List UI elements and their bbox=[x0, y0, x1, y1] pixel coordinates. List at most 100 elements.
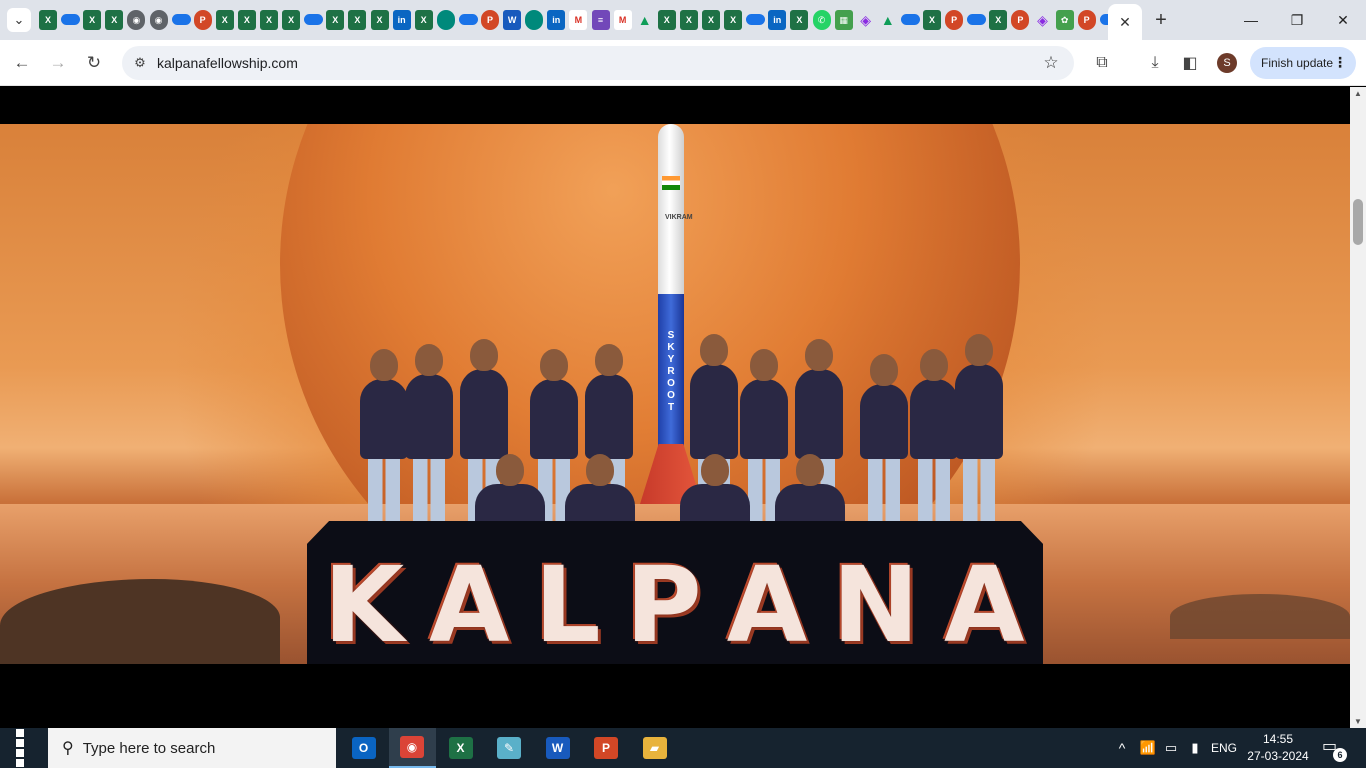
taskbar-app-powerpoint[interactable]: P bbox=[583, 728, 630, 768]
logo-letter: A bbox=[726, 544, 810, 664]
site-info-icon[interactable]: ⚙ bbox=[130, 53, 150, 73]
active-tab[interactable]: ✕ bbox=[1108, 4, 1142, 40]
tab-onedrive-icon[interactable] bbox=[458, 14, 478, 25]
scroll-down-icon[interactable]: ▼ bbox=[1354, 717, 1362, 726]
bookmark-star-icon[interactable]: ☆ bbox=[1040, 52, 1062, 74]
tab-word-icon[interactable]: W bbox=[503, 10, 522, 30]
tab-gmail-icon[interactable]: M bbox=[613, 10, 632, 30]
tab-powerpoint-icon[interactable]: P bbox=[945, 10, 964, 30]
tab-excel-icon[interactable]: X bbox=[237, 10, 256, 30]
hero-banner: VIKRAM SKYROOT KALPANA bbox=[0, 124, 1350, 664]
tab-linkedin-icon[interactable]: in bbox=[547, 10, 566, 30]
new-tab-button[interactable]: + bbox=[1150, 9, 1172, 31]
tab-drive-icon[interactable]: ▲ bbox=[879, 10, 897, 30]
taskbar-app-chrome[interactable]: ◉ bbox=[388, 728, 436, 768]
tray-chevron-icon[interactable]: ^ bbox=[1112, 728, 1132, 768]
reload-button[interactable]: ↻ bbox=[79, 48, 109, 78]
tab-excel-icon[interactable]: X bbox=[39, 10, 57, 30]
taskbar-app-file-explorer[interactable]: ▰ bbox=[631, 728, 678, 768]
extensions-icon[interactable]: ⧉ bbox=[1089, 50, 1115, 76]
windows-logo-icon bbox=[15, 728, 33, 768]
finish-update-button[interactable]: Finish update ⋮ bbox=[1250, 47, 1356, 79]
tab-app-icon[interactable]: ◈ bbox=[857, 10, 875, 30]
tab-excel-icon[interactable]: X bbox=[326, 10, 345, 30]
tab-powerpoint-icon[interactable]: P bbox=[193, 10, 212, 30]
minimize-button[interactable]: — bbox=[1228, 8, 1274, 32]
display-icon[interactable]: ▭ bbox=[1160, 728, 1182, 768]
tab-cloud-icon[interactable] bbox=[525, 10, 544, 30]
tab-globe-icon[interactable]: ◉ bbox=[127, 10, 146, 30]
logo-letter: A bbox=[944, 544, 1027, 664]
tab-drive-icon[interactable]: ▲ bbox=[636, 10, 654, 30]
tab-app-icon[interactable]: ◈ bbox=[1034, 10, 1052, 30]
tab-cloud-icon[interactable] bbox=[436, 10, 455, 30]
tab-linkedin-icon[interactable]: in bbox=[768, 10, 787, 30]
restore-button[interactable]: ❐ bbox=[1274, 8, 1320, 32]
team-member bbox=[955, 334, 1003, 539]
network-icon[interactable]: 📶 bbox=[1138, 728, 1158, 768]
tab-excel-icon[interactable]: X bbox=[370, 10, 389, 30]
tab-excel-icon[interactable]: X bbox=[702, 10, 720, 30]
tab-onedrive-icon[interactable] bbox=[900, 14, 920, 25]
tab-excel-icon[interactable]: X bbox=[348, 10, 367, 30]
tab-onedrive-icon[interactable] bbox=[61, 14, 81, 25]
tab-powerpoint-icon[interactable]: P bbox=[481, 10, 499, 30]
back-button[interactable]: ← bbox=[7, 48, 37, 78]
chrome-icon: ◉ bbox=[400, 736, 424, 758]
page-viewport: VIKRAM SKYROOT KALPANA bbox=[0, 87, 1350, 728]
tab-onedrive-icon[interactable] bbox=[746, 14, 766, 25]
tab-forms-icon[interactable]: ≡ bbox=[591, 10, 610, 30]
download-icon[interactable]: ⤓ bbox=[1142, 50, 1168, 76]
system-clock[interactable]: 14:55 27-03-2024 bbox=[1244, 731, 1312, 765]
tab-excel-icon[interactable]: X bbox=[105, 10, 124, 30]
taskbar-app-outlook[interactable]: O bbox=[340, 728, 387, 768]
tab-excel-icon[interactable]: X bbox=[414, 10, 433, 30]
tab-excel-icon[interactable]: X bbox=[923, 10, 941, 30]
taskbar-app-snip[interactable]: ✎ bbox=[486, 728, 533, 768]
tab-excel-icon[interactable]: X bbox=[724, 10, 743, 30]
close-tab-icon[interactable]: ✕ bbox=[1119, 14, 1131, 31]
tab-excel-icon[interactable]: X bbox=[679, 10, 698, 30]
side-panel-icon[interactable]: ◧ bbox=[1177, 50, 1203, 76]
tab-excel-icon[interactable]: X bbox=[260, 10, 278, 30]
tab-gmail-icon[interactable]: M bbox=[569, 10, 588, 30]
tab-globe-icon[interactable]: ◉ bbox=[149, 10, 168, 30]
outlook-icon: O bbox=[351, 737, 376, 759]
taskbar-app-excel[interactable]: X bbox=[437, 728, 484, 768]
address-bar[interactable]: ⚙ kalpanafellowship.com ☆ bbox=[122, 46, 1074, 80]
tab-whatsapp-icon[interactable]: ✆ bbox=[812, 10, 831, 30]
team-member bbox=[795, 339, 843, 539]
tab-excel-icon[interactable]: X bbox=[790, 10, 809, 30]
clock-date: 27-03-2024 bbox=[1247, 749, 1309, 763]
tab-onedrive-icon[interactable] bbox=[171, 14, 191, 25]
language-indicator[interactable]: ENG bbox=[1210, 728, 1238, 768]
tab-excel-icon[interactable]: X bbox=[83, 10, 102, 30]
tab-app-icon[interactable]: ▦ bbox=[834, 10, 853, 30]
battery-icon[interactable]: ▮ bbox=[1184, 728, 1206, 768]
scroll-thumb[interactable] bbox=[1353, 199, 1363, 245]
tab-search-button[interactable]: ⌄ bbox=[7, 8, 31, 32]
tab-linkedin-icon[interactable]: in bbox=[392, 10, 411, 30]
start-button[interactable] bbox=[0, 728, 48, 768]
search-icon: ⚲ bbox=[62, 740, 74, 757]
taskbar-search[interactable]: ⚲ Type here to search bbox=[48, 728, 336, 768]
menu-dots-icon[interactable]: ⋮ bbox=[1333, 54, 1347, 71]
tab-excel-icon[interactable]: X bbox=[657, 10, 676, 30]
forward-button[interactable]: → bbox=[43, 48, 73, 78]
tab-app-icon[interactable]: ✿ bbox=[1055, 10, 1074, 30]
tab-powerpoint-icon[interactable]: P bbox=[1011, 10, 1030, 30]
scroll-up-icon[interactable]: ▲ bbox=[1354, 89, 1362, 98]
tab-excel-icon[interactable]: X bbox=[215, 10, 234, 30]
tab-onedrive-icon[interactable] bbox=[967, 14, 987, 25]
tab-onedrive-icon[interactable] bbox=[304, 14, 324, 25]
taskbar-app-word[interactable]: W bbox=[534, 728, 581, 768]
profile-avatar[interactable]: S bbox=[1217, 53, 1237, 73]
tab-powerpoint-icon[interactable]: P bbox=[1077, 10, 1096, 30]
tab-excel-icon[interactable]: X bbox=[989, 10, 1008, 30]
indian-flag-icon bbox=[662, 176, 680, 190]
tab-strip: ⌄ X X X ◉ ◉ P X X X X X X Xin X P Win M ≡ M ▲ X X X Xin X ✆ ▦ ◈ ▲ X P X… bbox=[0, 0, 1366, 40]
url-text[interactable]: kalpanafellowship.com bbox=[157, 55, 298, 71]
vertical-scrollbar[interactable]: ▲ ▼ bbox=[1350, 87, 1366, 728]
tab-excel-icon[interactable]: X bbox=[282, 10, 301, 30]
close-window-button[interactable]: ✕ bbox=[1320, 8, 1366, 32]
